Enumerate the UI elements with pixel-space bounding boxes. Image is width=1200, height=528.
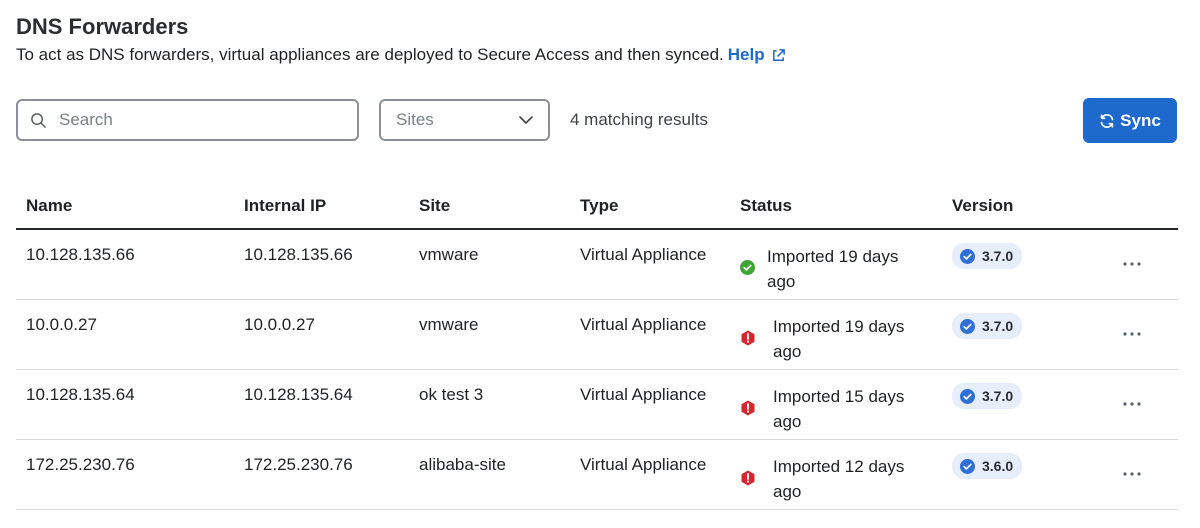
- version-badge: 3.7.0: [952, 243, 1023, 269]
- column-header-status[interactable]: Status: [740, 196, 792, 216]
- description-text: To act as DNS forwarders, virtual applia…: [16, 45, 724, 64]
- cell-name: 172.25.230.76: [26, 455, 135, 474]
- cell-status: Imported 19 days ago: [740, 314, 923, 364]
- cell-site: vmware: [419, 245, 479, 264]
- page-description: To act as DNS forwarders, virtual applia…: [16, 45, 786, 65]
- sync-icon: [1100, 113, 1114, 128]
- cell-name: 10.128.135.66: [26, 245, 135, 264]
- version-text: 3.7.0: [982, 388, 1014, 404]
- error-octagon-icon: [740, 400, 757, 417]
- forwarders-table: Name Internal IP Site Type Status Versio…: [16, 186, 1178, 510]
- version-badge: 3.7.0: [952, 313, 1023, 339]
- more-horizontal-icon[interactable]: [1120, 324, 1144, 344]
- cell-version: 3.7.0: [952, 243, 1023, 269]
- chevron-down-icon: [519, 116, 533, 124]
- page-title: DNS Forwarders: [16, 14, 189, 39]
- cell-version: 3.7.0: [952, 313, 1023, 339]
- cell-site: ok test 3: [419, 385, 484, 404]
- status-text: Imported 19 days ago: [767, 247, 899, 291]
- cell-type: Virtual Appliance: [580, 455, 707, 474]
- help-link[interactable]: Help: [728, 45, 786, 65]
- external-link-icon: [772, 48, 785, 61]
- cell-internal-ip: 10.0.0.27: [244, 315, 315, 334]
- dns-forwarders-page: DNS Forwarders To act as DNS forwarders,…: [0, 0, 1200, 528]
- sync-button[interactable]: Sync: [1083, 98, 1177, 143]
- sync-button-label: Sync: [1120, 110, 1161, 130]
- cell-version: 3.6.0: [952, 453, 1023, 479]
- version-text: 3.7.0: [982, 318, 1014, 334]
- cell-type: Virtual Appliance: [580, 385, 707, 404]
- results-count: 4 matching results: [570, 110, 708, 129]
- sites-dropdown[interactable]: Sites: [379, 99, 550, 141]
- column-header-name[interactable]: Name: [26, 196, 72, 216]
- column-header-internal-ip[interactable]: Internal IP: [244, 196, 326, 216]
- help-link-label: Help: [727, 45, 765, 64]
- table-row[interactable]: 10.128.135.64 10.128.135.64 ok test 3 Vi…: [16, 370, 1178, 440]
- error-octagon-icon: [740, 470, 757, 487]
- status-text: Imported 12 days ago: [773, 457, 905, 501]
- version-text: 3.7.0: [982, 248, 1014, 264]
- table-header: Name Internal IP Site Type Status Versio…: [16, 186, 1178, 230]
- table-row[interactable]: 172.25.230.76 172.25.230.76 alibaba-site…: [16, 440, 1178, 510]
- column-header-type[interactable]: Type: [580, 196, 618, 216]
- more-horizontal-icon[interactable]: [1120, 254, 1144, 274]
- version-badge: 3.7.0: [952, 383, 1023, 409]
- cell-name: 10.0.0.27: [26, 315, 97, 334]
- cell-status: Imported 19 days ago: [740, 244, 917, 294]
- search-icon: [31, 112, 46, 128]
- sites-dropdown-label: Sites: [396, 110, 434, 129]
- check-circle-icon: [960, 318, 975, 334]
- error-octagon-icon: [740, 330, 757, 347]
- table-row[interactable]: 10.128.135.66 10.128.135.66 vmware Virtu…: [16, 230, 1178, 300]
- search-input[interactable]: [57, 109, 337, 131]
- more-horizontal-icon[interactable]: [1120, 464, 1144, 484]
- status-text: Imported 15 days ago: [773, 387, 905, 431]
- cell-site: vmware: [419, 315, 479, 334]
- cell-internal-ip: 10.128.135.66: [244, 245, 353, 264]
- version-badge: 3.6.0: [952, 453, 1023, 479]
- cell-type: Virtual Appliance: [580, 315, 707, 334]
- column-header-version[interactable]: Version: [952, 196, 1013, 216]
- cell-site: alibaba-site: [419, 455, 506, 474]
- cell-internal-ip: 172.25.230.76: [244, 455, 353, 474]
- cell-version: 3.7.0: [952, 383, 1023, 409]
- check-circle-icon: [960, 458, 975, 474]
- cell-name: 10.128.135.64: [26, 385, 135, 404]
- cell-status: Imported 12 days ago: [740, 454, 923, 504]
- cell-type: Virtual Appliance: [580, 245, 707, 264]
- column-header-site[interactable]: Site: [419, 196, 450, 216]
- table-row[interactable]: 10.0.0.27 10.0.0.27 vmware Virtual Appli…: [16, 300, 1178, 370]
- check-circle-icon: [740, 260, 757, 277]
- check-circle-icon: [960, 248, 975, 264]
- more-horizontal-icon[interactable]: [1120, 394, 1144, 414]
- cell-internal-ip: 10.128.135.64: [244, 385, 353, 404]
- status-text: Imported 19 days ago: [773, 317, 905, 361]
- search-box[interactable]: [16, 99, 359, 141]
- check-circle-icon: [960, 388, 975, 404]
- version-text: 3.6.0: [982, 458, 1014, 474]
- cell-status: Imported 15 days ago: [740, 384, 923, 434]
